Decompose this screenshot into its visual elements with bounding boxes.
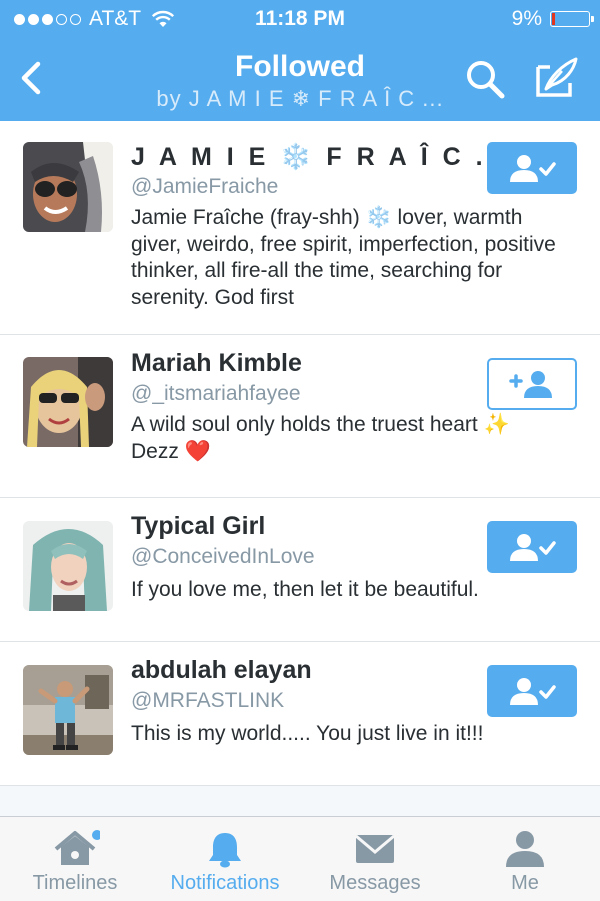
status-bar: AT&T 11:18 PM 9% [0, 0, 600, 38]
tab-label: Timelines [32, 872, 118, 894]
tab-timelines[interactable]: Timelines [0, 817, 150, 901]
followed-users-list: J A M I E ❄️ F R A Î C ... @JamieFraiche… [0, 121, 600, 786]
user-bio: If you love me, then let it be beautiful… [131, 578, 479, 601]
user-bio: This is my world..... You just live in i… [131, 722, 484, 745]
avatar-photo [23, 142, 113, 232]
tab-notifications[interactable]: Notifications [150, 817, 300, 901]
following-user-icon [510, 155, 556, 182]
avatar[interactable] [23, 665, 113, 755]
following-button[interactable] [487, 665, 577, 717]
list-item[interactable]: abdulah elayan @MRFASTLINK This is my wo… [0, 642, 600, 786]
following-button[interactable] [487, 521, 577, 573]
avatar-photo [23, 357, 113, 447]
avatar-photo [23, 521, 113, 611]
list-item[interactable]: Mariah Kimble @_itsmariahfayee A wild so… [0, 335, 600, 498]
avatar[interactable] [23, 521, 113, 611]
compose-icon[interactable] [532, 55, 580, 101]
user-handle: @_itsmariahfayee [131, 382, 301, 405]
tab-label: Me [511, 872, 539, 894]
list-item[interactable]: J A M I E ❄️ F R A Î C ... @JamieFraiche… [0, 121, 600, 335]
envelope-icon [355, 834, 395, 863]
add-user-icon [509, 371, 552, 398]
clock: 11:18 PM [255, 7, 345, 30]
page-subtitle: by J A M I E ❄ F R A Î C ... [156, 86, 444, 111]
battery-icon [550, 11, 594, 27]
page-title: Followed [235, 50, 365, 83]
user-name[interactable]: J A M I E ❄️ F R A Î C ... [131, 143, 508, 172]
bell-icon [209, 833, 241, 868]
user-name[interactable]: Mariah Kimble [131, 349, 302, 378]
user-handle: @ConceivedInLove [131, 545, 315, 568]
battery-percent: 9% [511, 7, 542, 30]
top-bar: AT&T 11:18 PM 9% Followed by J A M I E ❄… [0, 0, 600, 121]
user-handle: @JamieFraiche [131, 175, 279, 198]
user-bio: Jamie Fraîche (fray-shh) ❄️ lover, warmt… [131, 206, 556, 309]
user-name[interactable]: Typical Girl [131, 512, 265, 541]
search-icon[interactable] [463, 57, 507, 101]
tab-label: Notifications [170, 872, 280, 894]
tab-me[interactable]: Me [450, 817, 600, 901]
following-button[interactable] [487, 142, 577, 194]
person-icon [506, 831, 544, 867]
unread-dot [92, 830, 100, 840]
list-item[interactable]: Typical Girl @ConceivedInLove If you lov… [0, 498, 600, 642]
avatar[interactable] [23, 357, 113, 447]
follow-button[interactable] [487, 358, 577, 410]
tab-messages[interactable]: Messages [300, 817, 450, 901]
avatar-photo [23, 665, 113, 755]
following-user-icon [510, 534, 556, 561]
list-footer [0, 786, 600, 816]
home-icon [54, 830, 100, 865]
tab-bar: Timelines Notifications Messages Me [0, 816, 600, 901]
user-name[interactable]: abdulah elayan [131, 656, 312, 685]
user-handle: @MRFASTLINK [131, 689, 285, 712]
tab-label: Messages [329, 872, 421, 894]
avatar[interactable] [23, 142, 113, 232]
user-bio: A wild soul only holds the truest heart … [131, 413, 510, 463]
following-user-icon [510, 678, 556, 705]
